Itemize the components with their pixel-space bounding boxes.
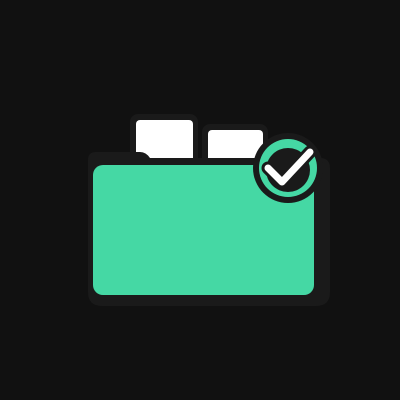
check-badge (253, 133, 323, 203)
app-icon-canvas (0, 0, 400, 400)
folder-with-documents-checked-icon (88, 114, 330, 306)
